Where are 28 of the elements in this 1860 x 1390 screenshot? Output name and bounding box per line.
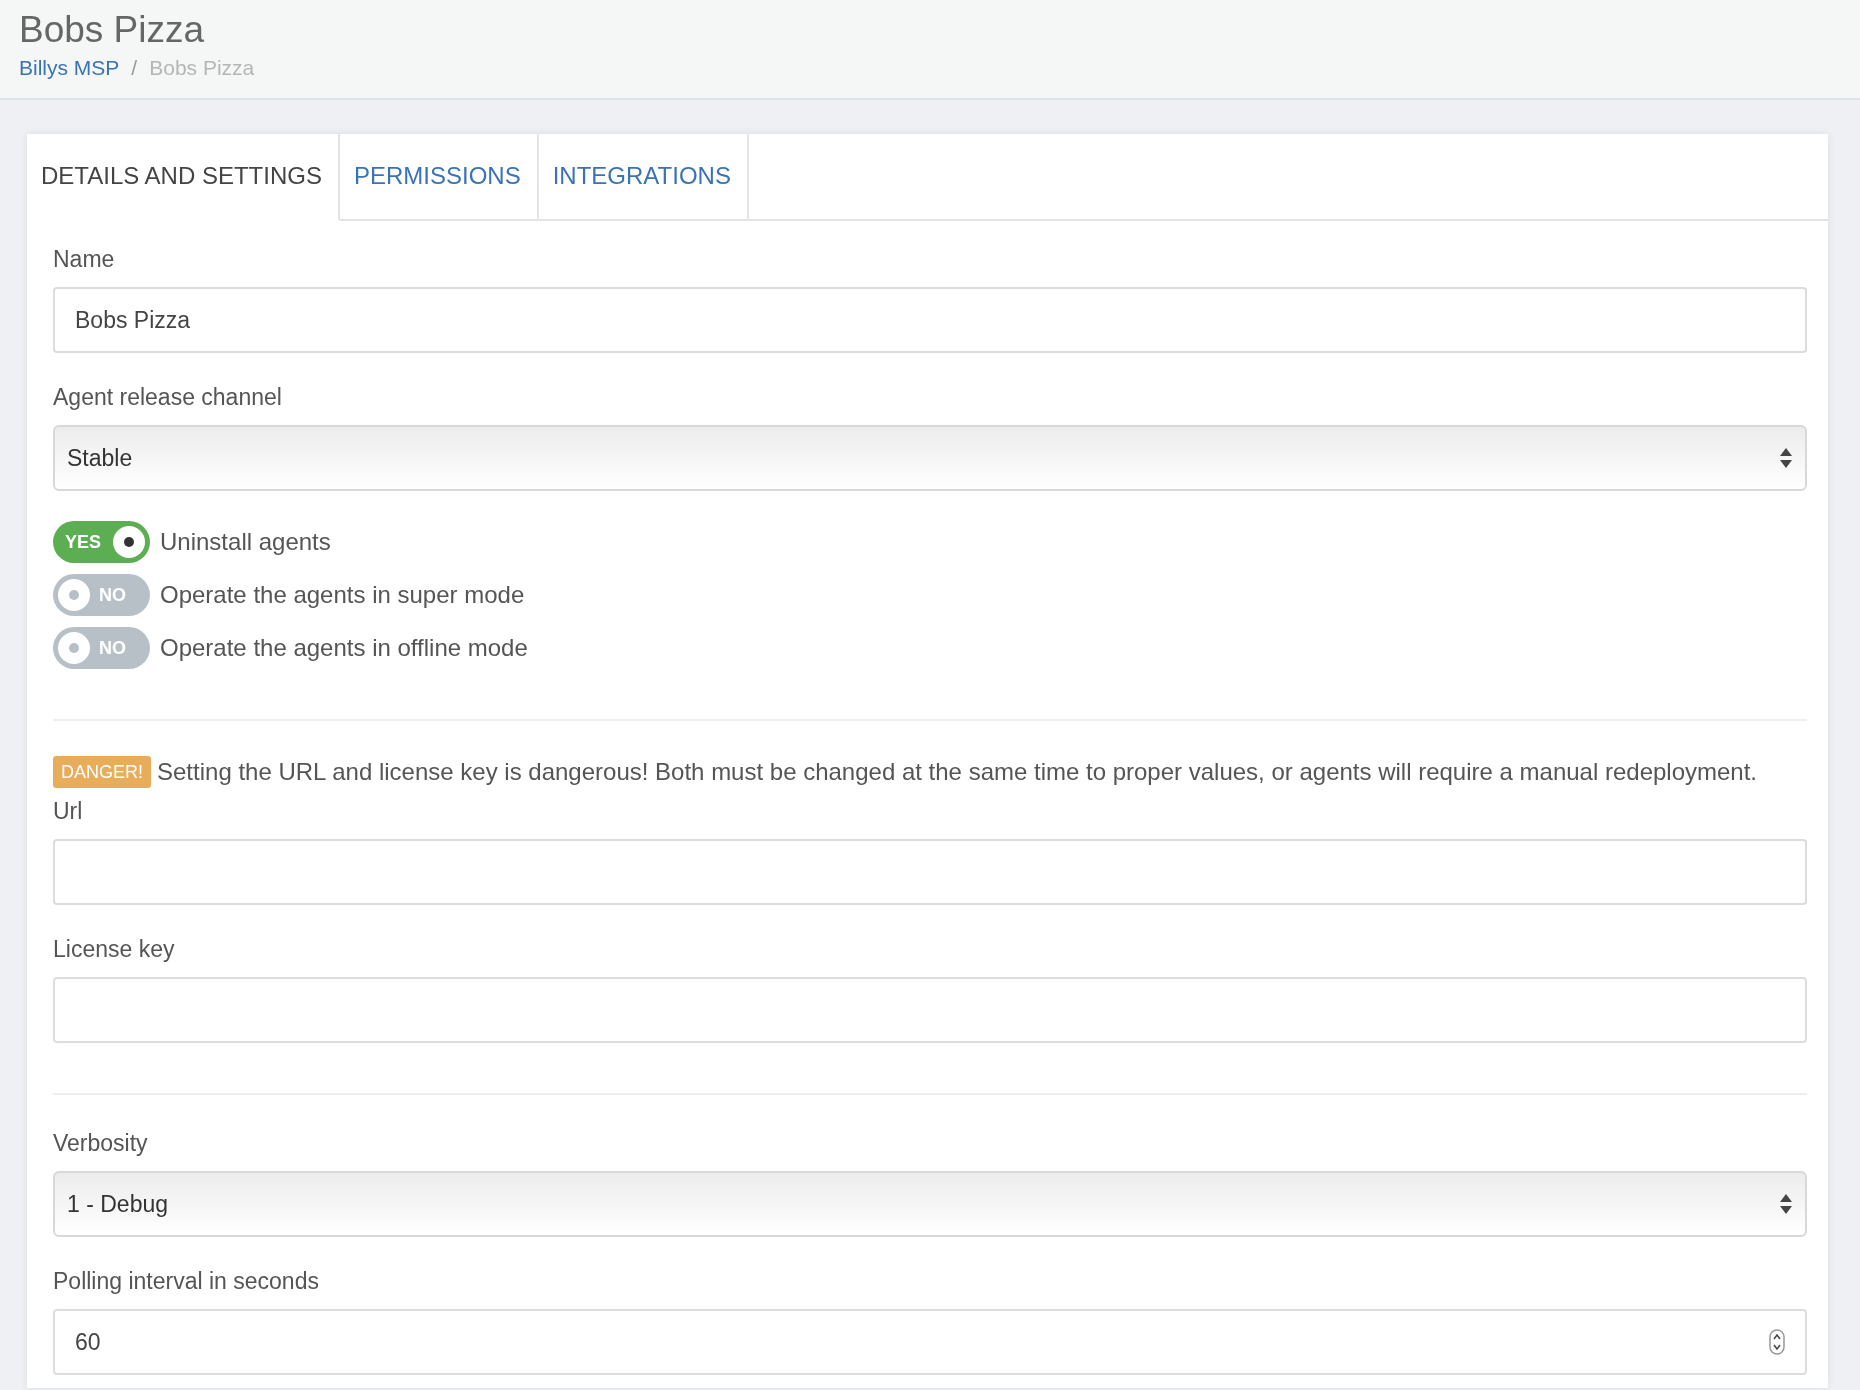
tab[interactable]: PERMISSIONS (339, 134, 539, 221)
breadcrumb-separator: / (131, 55, 138, 81)
breadcrumb-link[interactable]: Billys MSP (19, 54, 120, 82)
text-field[interactable] (53, 839, 1807, 905)
up-down-arrows-icon (1779, 1192, 1793, 1216)
tab[interactable]: DETAILS AND SETTINGS (27, 134, 340, 221)
number-field[interactable]: 60 (53, 1309, 1807, 1375)
field-label: License key (53, 935, 176, 963)
field-label: Agent release channel (53, 383, 283, 411)
toggle-label: Operate the agents in offline mode (160, 634, 528, 662)
field-label: Url (53, 797, 84, 825)
warning-message: Setting the URL and license key is dangerous! Both must be changed at the same time to proper values, or agents will require a manual redeployment. (157, 758, 1758, 785)
field-label: Polling interval in seconds (53, 1267, 320, 1295)
up-down-arrows-icon (1779, 446, 1793, 470)
toggle-label: Uninstall agents (160, 528, 331, 556)
field-label: Name (53, 245, 116, 273)
text-field[interactable]: Bobs Pizza (53, 287, 1807, 353)
toggle-label: Operate the agents in super mode (160, 581, 525, 609)
spinner-arrows-icon[interactable] (1769, 1329, 1785, 1355)
dropdown[interactable]: 1 - Debug (53, 1171, 1807, 1237)
field-label: Verbosity (53, 1129, 149, 1157)
toggle-switch[interactable]: YES (53, 521, 150, 563)
danger-badge: DANGER! (53, 756, 151, 788)
tab[interactable]: INTEGRATIONS (538, 134, 749, 221)
breadcrumb-current: Bobs Pizza (149, 55, 255, 81)
page-title: Bobs Pizza (19, 8, 206, 52)
text-field[interactable] (53, 977, 1807, 1043)
dropdown[interactable]: Stable (53, 425, 1807, 491)
